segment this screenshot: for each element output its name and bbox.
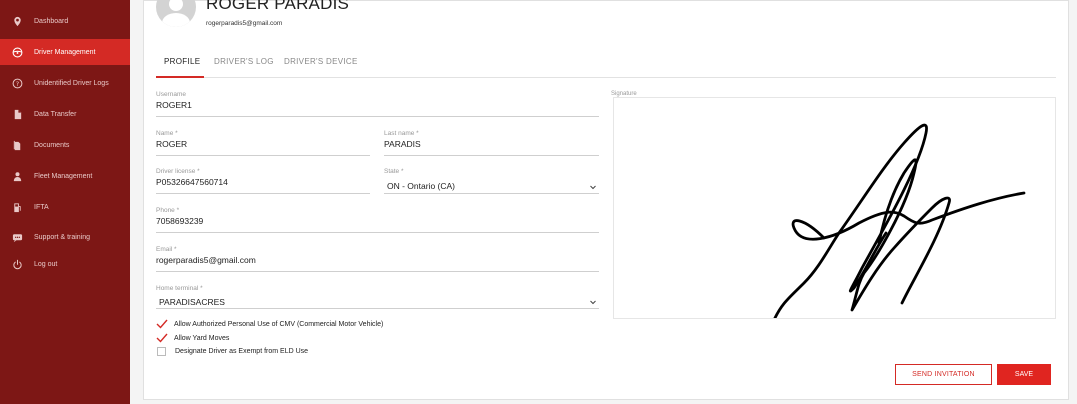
save-button[interactable]: SAVE — [997, 364, 1051, 385]
power-icon — [11, 258, 23, 270]
driver-license-field[interactable]: Driver license * P05326647560714 — [156, 168, 370, 194]
sidebar-item-ifta[interactable]: IFTA — [0, 194, 130, 220]
driver-name: ROGER PARADIS — [206, 0, 350, 13]
username-label: Username — [156, 91, 186, 98]
documents-icon — [11, 139, 23, 151]
driver-profile-card: ROGER PARADIS rogerparadis5@gmail.com PR… — [143, 0, 1069, 400]
sidebar-item-support-training[interactable]: Support & training — [0, 224, 130, 250]
sidebar: Dashboard Driver Management ? Unidentifi… — [0, 0, 130, 404]
tab-profile[interactable]: PROFILE — [164, 57, 200, 66]
sidebar-item-label: IFTA — [34, 203, 49, 211]
driver-license-label: Driver license * — [156, 168, 200, 175]
person-icon — [11, 170, 23, 182]
last-name-label: Last name * — [384, 130, 419, 137]
location-pin-icon — [11, 15, 23, 27]
file-icon — [11, 108, 23, 120]
sidebar-item-label: Fleet Management — [34, 172, 93, 180]
svg-text:?: ? — [15, 79, 18, 87]
driver-license-value: P05326647560714 — [156, 177, 228, 187]
last-name-value: PARADIS — [384, 139, 421, 149]
home-terminal-value: PARADISACRES — [159, 297, 225, 307]
name-field[interactable]: Name * ROGER — [156, 130, 370, 156]
checkbox-personal-use[interactable]: Allow Authorized Personal Use of CMV (Co… — [156, 319, 383, 329]
profile-tabs: PROFILE DRIVER'S LOG DRIVER'S DEVICE — [156, 51, 1056, 78]
sidebar-item-log-out[interactable]: Log out — [0, 251, 130, 277]
username-field[interactable]: Username ROGER1 — [156, 91, 599, 117]
home-terminal-label: Home terminal * — [156, 285, 203, 292]
send-invitation-button[interactable]: SEND INVITATION — [895, 364, 992, 385]
chevron-down-icon — [590, 300, 596, 305]
sidebar-item-label: Data Transfer — [34, 110, 77, 118]
email-field[interactable]: Email * rogerparadis5@gmail.com — [156, 246, 599, 272]
state-label: State * — [384, 168, 404, 175]
email-label: Email * — [156, 246, 177, 253]
question-circle-icon: ? — [11, 77, 23, 89]
active-tab-indicator — [156, 76, 204, 78]
sidebar-item-label: Dashboard — [34, 17, 69, 25]
home-terminal-select[interactable]: Home terminal * PARADISACRES — [156, 285, 599, 309]
checkbox-empty-box — [157, 347, 166, 356]
sidebar-item-dashboard[interactable]: Dashboard — [0, 8, 130, 34]
state-select[interactable]: State * ON - Ontario (CA) — [384, 168, 599, 194]
check-icon — [156, 319, 168, 329]
avatar — [156, 0, 196, 27]
sidebar-item-driver-management[interactable]: Driver Management — [0, 39, 130, 65]
name-value: ROGER — [156, 139, 188, 149]
check-icon — [156, 333, 168, 343]
tab-drivers-log[interactable]: DRIVER'S LOG — [214, 57, 274, 66]
sidebar-item-unidentified-driver-logs[interactable]: ? Unidentified Driver Logs — [0, 70, 130, 96]
username-value: ROGER1 — [156, 100, 192, 110]
checkbox-label: Allow Authorized Personal Use of CMV (Co… — [174, 320, 384, 328]
state-value: ON - Ontario (CA) — [387, 181, 456, 191]
chat-icon — [11, 231, 23, 243]
sidebar-item-label: Support & training — [34, 233, 91, 241]
checkbox-yard-moves[interactable]: Allow Yard Moves — [156, 333, 229, 343]
phone-field[interactable]: Phone * 7058693239 — [156, 207, 599, 233]
fuel-pump-icon — [11, 201, 23, 213]
driver-email: rogerparadis5@gmail.com — [206, 20, 283, 27]
signature-drawing — [773, 123, 1026, 318]
sidebar-item-label: Driver Management — [34, 48, 96, 56]
sidebar-item-fleet-management[interactable]: Fleet Management — [0, 163, 130, 189]
checkbox-label: Allow Yard Moves — [174, 334, 230, 342]
sidebar-item-data-transfer[interactable]: Data Transfer — [0, 101, 130, 127]
last-name-field[interactable]: Last name * PARADIS — [384, 130, 599, 156]
tab-drivers-device[interactable]: DRIVER'S DEVICE — [284, 57, 358, 66]
sidebar-item-label: Unidentified Driver Logs — [34, 79, 109, 87]
sidebar-item-label: Log out — [34, 260, 58, 268]
chevron-down-icon — [590, 185, 596, 190]
sidebar-item-label: Documents — [34, 141, 70, 149]
sidebar-item-documents[interactable]: Documents — [0, 132, 130, 158]
phone-value: 7058693239 — [156, 216, 204, 226]
email-value: rogerparadis5@gmail.com — [156, 255, 256, 265]
name-label: Name * — [156, 130, 178, 137]
signature-pad[interactable] — [613, 97, 1056, 319]
steering-wheel-icon — [11, 46, 23, 58]
checkbox-eld-exempt[interactable]: Designate Driver as Exempt from ELD Use — [156, 347, 308, 356]
checkbox-label: Designate Driver as Exempt from ELD Use — [175, 348, 309, 355]
phone-label: Phone * — [156, 207, 180, 214]
